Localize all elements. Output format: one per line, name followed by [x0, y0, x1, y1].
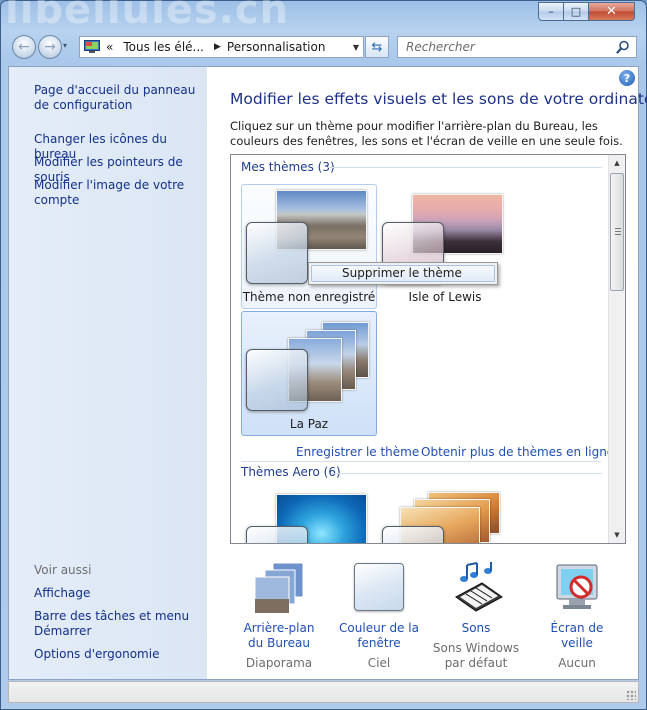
sounds-icon	[455, 562, 503, 612]
account-picture-link[interactable]: Modifier l'image de votre compte	[34, 178, 204, 208]
scrollbar-grip-icon	[615, 228, 621, 235]
theme-list-scrollbar[interactable]: ▲ ▼	[608, 155, 625, 543]
search-input[interactable]	[404, 39, 614, 55]
ease-of-access-link[interactable]: Options d'ergonomie	[34, 647, 204, 662]
minimize-button[interactable]: –	[538, 2, 564, 21]
theme-tile-la-paz[interactable]: La Paz	[241, 311, 377, 436]
sounds-label[interactable]: Sons	[422, 621, 530, 636]
group-divider	[327, 167, 602, 168]
search-icon[interactable]	[616, 40, 630, 57]
see-also-heading: Voir aussi	[34, 563, 92, 577]
refresh-icon: ⇆	[371, 39, 383, 55]
delete-theme-menu-item[interactable]: Supprimer le thème	[311, 265, 495, 282]
get-more-themes-online-link[interactable]: Obtenir plus de thèmes en ligne	[421, 445, 614, 459]
theme-list[interactable]: Mes thèmes (3) Thème non enregistré Isle…	[230, 154, 626, 544]
help-button[interactable]: ?	[619, 70, 635, 86]
context-menu: Supprimer le thème	[308, 262, 498, 285]
sounds-option[interactable]: Sons Sons Windows par défaut	[422, 561, 530, 671]
breadcrumb-personalization[interactable]: Personnalisation	[227, 40, 326, 54]
status-bar	[8, 681, 639, 703]
desktop-background-option[interactable]: Arrière-plan du Bureau Diaporama	[235, 561, 323, 671]
forward-button[interactable]: →	[38, 35, 62, 59]
group-divider	[332, 473, 602, 474]
window-color-icon	[354, 563, 404, 611]
content-area: Page d'accueil du panneau de configurati…	[8, 66, 647, 680]
theme-tile-isle-of-lewis[interactable]: Isle of Lewis	[377, 184, 513, 309]
close-button[interactable]: ✕	[589, 2, 635, 21]
control-panel-home-link[interactable]: Page d'accueil du panneau de configurati…	[34, 83, 204, 113]
screen-saver-label[interactable]: Écran de veille	[535, 621, 619, 651]
watermark: libellules.ch	[5, 0, 290, 33]
scroll-up-button[interactable]: ▲	[609, 155, 625, 171]
display-link[interactable]: Affichage	[34, 586, 204, 601]
breadcrumb-arrow-icon[interactable]: ▶	[214, 42, 221, 52]
forward-arrow-icon: →	[44, 39, 56, 55]
address-dropdown-icon[interactable]: ▼	[353, 43, 359, 52]
theme-tile-aero-windows[interactable]	[241, 490, 377, 543]
page-description: Cliquez sur un thème pour modifier l'arr…	[230, 119, 623, 148]
back-button[interactable]: ←	[12, 35, 36, 59]
search-box[interactable]	[397, 36, 637, 58]
screen-saver-value: Aucun	[558, 656, 596, 670]
screen-saver-option[interactable]: Écran de veille Aucun	[535, 561, 619, 671]
scroll-down-button[interactable]: ▼	[609, 527, 625, 543]
window-color-swatch	[246, 222, 308, 284]
address-overflow[interactable]: «	[106, 40, 113, 54]
aero-themes-group-label: Thèmes Aero (6)	[241, 465, 341, 479]
task-pane: Page d'accueil du panneau de configurati…	[9, 67, 207, 679]
group-divider	[241, 461, 601, 462]
window-color-option[interactable]: Couleur de la fenêtre Ciel	[336, 561, 422, 671]
desktop-background-icon	[254, 562, 304, 614]
theme-tile-unsaved[interactable]: Thème non enregistré	[241, 184, 377, 309]
screen-saver-icon	[556, 564, 598, 609]
page-title: Modifier les effets visuels et les sons …	[230, 90, 647, 108]
theme-tile-aero-architecture[interactable]	[377, 490, 513, 543]
address-bar[interactable]: « Tous les élé... ▶ Personnalisation ▼	[79, 36, 364, 58]
save-theme-link[interactable]: Enregistrer le thème	[296, 445, 419, 459]
sounds-value: Sons Windows par défaut	[432, 641, 520, 670]
desktop-background-label[interactable]: Arrière-plan du Bureau	[235, 621, 323, 651]
scrollbar-thumb[interactable]	[610, 173, 624, 291]
window-color-label[interactable]: Couleur de la fenêtre	[336, 621, 422, 651]
theme-name: Thème non enregistré	[242, 290, 376, 304]
taskbar-start-menu-link[interactable]: Barre des tâches et menu Démarrer	[34, 609, 204, 639]
maximize-button[interactable]: □	[564, 2, 589, 21]
window-color-value: Ciel	[367, 656, 391, 670]
theme-name: La Paz	[289, 417, 329, 431]
control-panel-icon	[84, 40, 100, 54]
theme-name: Isle of Lewis	[408, 290, 482, 304]
desktop-background-value: Diaporama	[245, 656, 313, 670]
back-arrow-icon: ←	[18, 39, 30, 55]
my-themes-group-label: Mes thèmes (3)	[241, 160, 335, 174]
resize-grip-icon[interactable]	[626, 690, 636, 700]
refresh-button[interactable]: ⇆	[365, 36, 389, 58]
window-color-swatch	[246, 349, 308, 411]
breadcrumb-all-items[interactable]: Tous les élé...	[123, 40, 204, 54]
recent-pages-dropdown[interactable]: ▾	[63, 41, 67, 50]
window-color-swatch	[246, 526, 308, 543]
window-color-swatch	[382, 526, 444, 543]
